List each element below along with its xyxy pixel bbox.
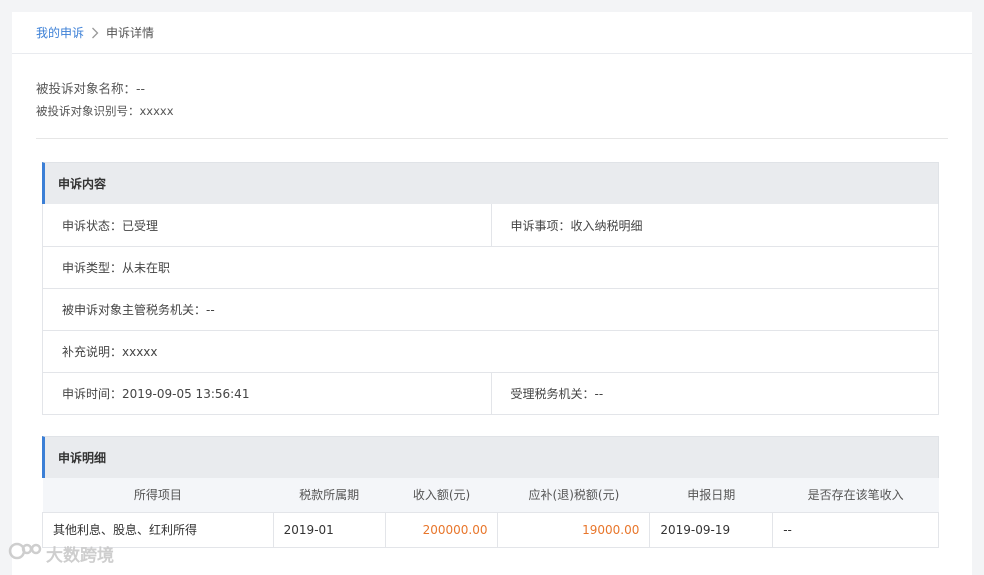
tax-due-cell: 19000.00 bbox=[497, 511, 651, 548]
grid-row: 申诉类型：从未在职 bbox=[43, 246, 938, 288]
appeal-type: 申诉类型：从未在职 bbox=[62, 261, 171, 275]
declare-date-cell: 2019-09-19 bbox=[649, 511, 774, 548]
appeal-detail-section: 申诉明细 所得项目 税款所属期 收入额(元) 应补(退)税额(元) 申报日期 是… bbox=[42, 436, 939, 548]
column-header: 所得项目 bbox=[133, 488, 182, 503]
complained-target-info: 被投诉对象名称：-- 被投诉对象识别号：xxxxx bbox=[36, 54, 948, 139]
breadcrumb-current: 申诉详情 bbox=[106, 26, 155, 40]
appeal-supplement: 补充说明：xxxxx bbox=[62, 345, 158, 359]
grid-row: 申诉状态：已受理 申诉事项：收入纳税明细 bbox=[43, 204, 938, 246]
column-header: 是否存在该笔收入 bbox=[807, 488, 904, 503]
grid-row: 被申诉对象主管税务机关：-- bbox=[43, 288, 938, 330]
grid-row: 申诉时间：2019-09-05 13:56:41 受理税务机关：-- bbox=[43, 372, 938, 414]
target-id: 被投诉对象识别号：xxxxx bbox=[36, 104, 174, 118]
section-title: 申诉内容 bbox=[42, 162, 939, 204]
income-amount-cell: 200000.00 bbox=[384, 511, 499, 548]
column-header: 应补(退)税额(元) bbox=[528, 488, 620, 503]
breadcrumb: 我的申诉 申诉详情 bbox=[12, 12, 972, 54]
chevron-right-icon bbox=[84, 27, 106, 39]
grid-row: 补充说明：xxxxx bbox=[43, 330, 938, 372]
appeal-time: 申诉时间：2019-09-05 13:56:41 bbox=[62, 387, 250, 401]
appeal-item: 申诉事项：收入纳税明细 bbox=[490, 204, 939, 246]
income-exists-cell: -- bbox=[772, 511, 939, 548]
table-header-row: 所得项目 税款所属期 收入额(元) 应补(退)税额(元) 申报日期 是否存在该笔… bbox=[42, 478, 939, 512]
tax-period-cell: 2019-01 bbox=[272, 511, 386, 548]
column-header: 申报日期 bbox=[687, 488, 736, 503]
appeal-status: 申诉状态：已受理 bbox=[62, 218, 159, 233]
section-title: 申诉明细 bbox=[42, 436, 939, 478]
table-row: 其他利息、股息、红利所得 2019-01 200000.00 19000.00 … bbox=[42, 511, 939, 548]
watermark: 大数跨境 bbox=[8, 541, 114, 566]
appeal-detail-card: 我的申诉 申诉详情 被投诉对象名称：-- 被投诉对象识别号：xxxxx 申诉内容… bbox=[12, 12, 972, 575]
column-header: 税款所属期 bbox=[299, 488, 360, 503]
accepting-tax-authority: 受理税务机关：-- bbox=[490, 373, 939, 414]
appeal-content-section: 申诉内容 申诉状态：已受理 申诉事项：收入纳税明细 申诉类型：从未在职 被申诉对… bbox=[42, 162, 939, 415]
column-header: 收入额(元) bbox=[412, 488, 471, 503]
appeal-detail-table: 所得项目 税款所属期 收入额(元) 应补(退)税额(元) 申报日期 是否存在该笔… bbox=[42, 478, 939, 548]
watermark-text: 大数跨境 bbox=[46, 546, 114, 566]
watermark-logo-icon bbox=[8, 541, 42, 566]
appeal-content-grid: 申诉状态：已受理 申诉事项：收入纳税明细 申诉类型：从未在职 被申诉对象主管税务… bbox=[42, 204, 939, 415]
breadcrumb-my-appeals-link[interactable]: 我的申诉 bbox=[36, 24, 84, 41]
appeal-tax-authority: 被申诉对象主管税务机关：-- bbox=[62, 303, 215, 317]
target-name: 被投诉对象名称：-- bbox=[36, 81, 146, 96]
